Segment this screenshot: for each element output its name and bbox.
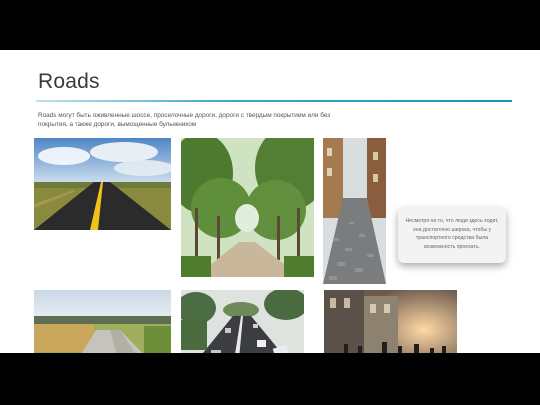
gravel-road-photo	[34, 290, 171, 353]
callout-text: Несмотря на то, что люди здесь ходят, он…	[405, 218, 499, 250]
busy-highway-photo	[181, 290, 304, 353]
callout-box: Несмотря на то, что люди здесь ходят, он…	[398, 208, 506, 263]
highway-photo	[34, 138, 171, 230]
slide: Roads Roads могут быть оживленные шоссе,…	[0, 50, 540, 353]
title-underline	[36, 100, 512, 102]
slide-title: Roads	[38, 70, 100, 93]
slide-description: Roads могут быть оживленные шоссе, просе…	[38, 112, 331, 128]
cobblestone-street-photo	[323, 138, 386, 284]
pedestrian-street-photo	[324, 290, 457, 353]
tree-lined-road-photo	[181, 138, 314, 277]
